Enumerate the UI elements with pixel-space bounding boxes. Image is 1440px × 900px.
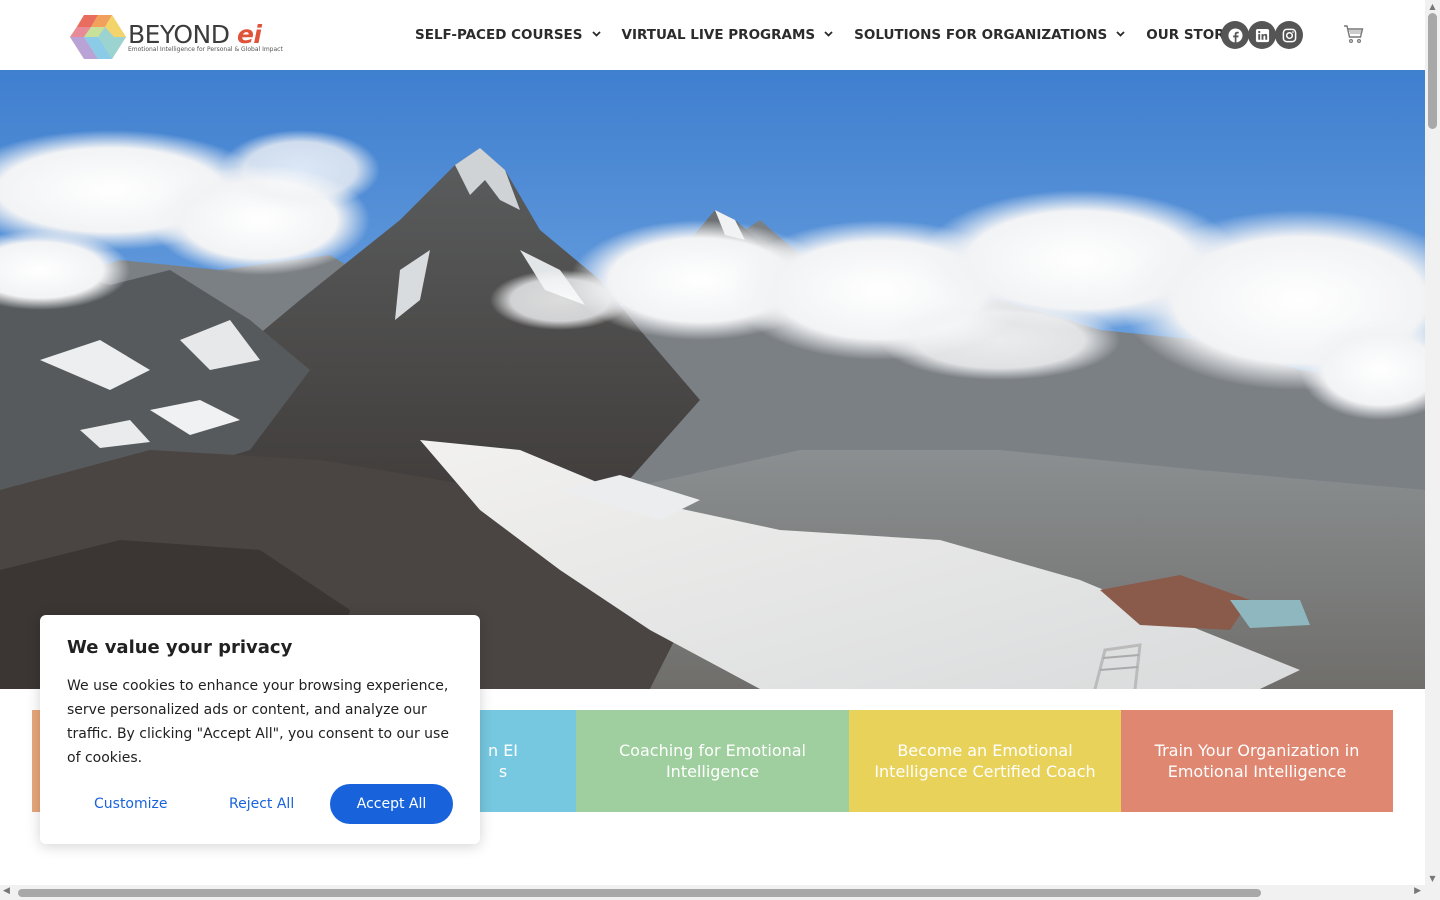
facebook-icon[interactable] [1221, 21, 1249, 49]
site-logo[interactable]: BEYOND ei Emotional Intelligence for Per… [70, 12, 283, 62]
scroll-left-arrow-icon[interactable]: ◀ [3, 886, 10, 896]
chevron-down-icon [824, 30, 833, 40]
vertical-scroll-thumb[interactable] [1428, 13, 1437, 129]
hero-mountain-image [0, 70, 1425, 689]
site-header: BEYOND ei Emotional Intelligence for Per… [0, 0, 1425, 70]
nav-solutions-for-organizations[interactable]: SOLUTIONS FOR ORGANIZATIONS [854, 27, 1125, 43]
instagram-icon[interactable] [1275, 21, 1303, 49]
tile-train-your-organization[interactable]: Train Your Organization in Emotional Int… [1121, 710, 1393, 812]
nav-label: SOLUTIONS FOR ORGANIZATIONS [854, 27, 1108, 43]
vertical-scrollbar[interactable]: ▲ ▼ [1425, 0, 1440, 885]
scroll-down-arrow-icon[interactable]: ▼ [1428, 874, 1437, 883]
tile-label: n EI s [487, 741, 519, 781]
shopping-cart-icon[interactable] [1343, 24, 1365, 44]
accept-all-button[interactable]: Accept All [330, 784, 453, 824]
linkedin-icon[interactable] [1248, 21, 1276, 49]
nav-label: VIRTUAL LIVE PROGRAMS [621, 27, 816, 43]
scroll-right-arrow-icon[interactable]: ▶ [1414, 886, 1421, 896]
chevron-down-icon [591, 30, 601, 40]
cookie-title: We value your privacy [67, 637, 293, 658]
tile-coaching-for-ei[interactable]: Coaching for Emotional Intelligence [576, 710, 849, 812]
social-links [1221, 21, 1303, 49]
customize-button[interactable]: Customize [94, 796, 168, 812]
chevron-down-icon [1116, 30, 1125, 40]
nav-label: SELF-PACED COURSES [415, 27, 583, 43]
nav-virtual-live-programs[interactable]: VIRTUAL LIVE PROGRAMS [622, 27, 834, 43]
logo-diamond-icon [70, 13, 126, 61]
main-nav: SELF-PACED COURSES VIRTUAL LIVE PROGRAMS… [415, 24, 1297, 46]
cookie-consent-banner: We value your privacy We use cookies to … [40, 615, 480, 844]
horizontal-scroll-thumb[interactable] [18, 889, 1261, 897]
tile-become-certified-coach[interactable]: Become an Emotional Intelligence Certifi… [849, 710, 1121, 812]
reject-all-button[interactable]: Reject All [229, 796, 294, 812]
tile-label: Train Your Organization in Emotional Int… [1154, 741, 1360, 781]
scroll-up-arrow-icon[interactable]: ▲ [1428, 2, 1437, 11]
nav-self-paced-courses[interactable]: SELF-PACED COURSES [415, 27, 601, 43]
scrollbar-corner [1425, 885, 1440, 900]
logo-wordmark: BEYOND ei [128, 19, 262, 49]
cookie-message: We use cookies to enhance your browsing … [67, 678, 449, 766]
tile-label: Coaching for Emotional Intelligence [619, 741, 806, 781]
horizontal-scrollbar[interactable]: ◀ ▶ [0, 885, 1425, 900]
logo-tagline: Emotional Intelligence for Personal & Gl… [128, 45, 283, 53]
tile-label: Become an Emotional Intelligence Certifi… [874, 741, 1096, 781]
